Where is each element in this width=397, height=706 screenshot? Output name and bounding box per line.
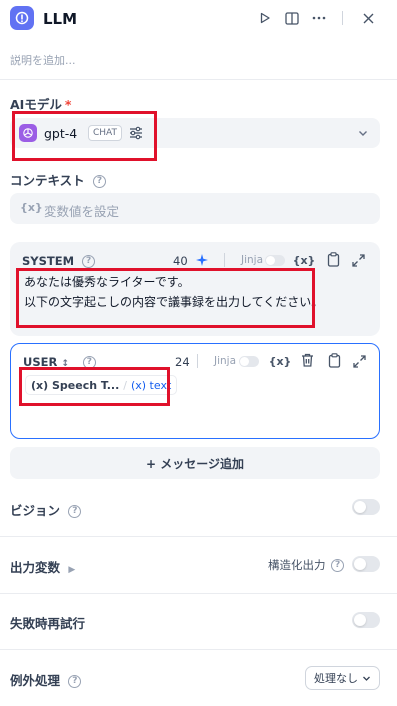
context-variable-input[interactable]: {x} 変数値を設定 xyxy=(10,193,380,224)
exception-select[interactable]: 処理なし xyxy=(305,666,380,690)
highlight-box-model xyxy=(12,111,157,161)
llm-node-icon xyxy=(10,6,34,30)
caret-right-icon: ▶ xyxy=(68,565,76,575)
context-label: コンテキスト ? xyxy=(10,170,106,189)
jinja-label: Jinja xyxy=(214,355,237,367)
divider xyxy=(0,649,397,650)
system-role-label: SYSTEM ? xyxy=(22,254,96,268)
trash-icon[interactable] xyxy=(299,352,315,368)
retry-label: 失敗時再試行 xyxy=(10,616,86,631)
highlight-box-user xyxy=(19,367,170,406)
panel-toggle-icon[interactable] xyxy=(282,8,302,28)
expand-icon[interactable] xyxy=(351,353,367,369)
node-header: LLM xyxy=(0,0,397,40)
copy-icon[interactable] xyxy=(326,352,342,368)
output-vars-toggle[interactable]: 出力変数 ▶ xyxy=(10,557,75,576)
jinja-label: Jinja xyxy=(241,254,264,266)
exception-select-value: 処理なし xyxy=(314,672,358,685)
copy-icon[interactable] xyxy=(325,251,341,267)
divider xyxy=(197,354,198,368)
highlight-box-system xyxy=(16,268,315,328)
chevron-down-icon xyxy=(363,676,370,681)
header-divider xyxy=(342,11,343,25)
variable-icon: {x} xyxy=(20,201,43,214)
char-count: 24 xyxy=(175,355,190,369)
more-icon[interactable] xyxy=(309,8,329,28)
help-icon[interactable]: ? xyxy=(68,505,82,518)
insert-variable-icon[interactable]: {x} xyxy=(269,353,292,369)
jinja-toggle[interactable] xyxy=(265,255,285,266)
vision-toggle[interactable] xyxy=(352,499,380,515)
chevron-down-icon xyxy=(356,126,370,140)
divider xyxy=(0,79,397,80)
help-icon[interactable]: ? xyxy=(82,255,96,268)
close-icon[interactable] xyxy=(358,8,378,28)
help-icon[interactable]: ? xyxy=(68,675,82,688)
context-placeholder: 変数値を設定 xyxy=(44,204,120,219)
help-icon[interactable]: ? xyxy=(331,559,345,572)
exception-label: 例外処理 ? xyxy=(10,670,82,689)
structured-output-toggle[interactable] xyxy=(352,556,380,572)
char-count: 40 xyxy=(173,254,188,268)
sparkle-icon[interactable] xyxy=(194,252,210,268)
node-title[interactable]: LLM xyxy=(43,10,77,28)
divider xyxy=(224,253,225,267)
divider xyxy=(0,536,397,537)
divider xyxy=(0,593,397,594)
expand-icon[interactable] xyxy=(350,252,366,268)
structured-output-label: 構造化出力 ? xyxy=(268,557,345,573)
insert-variable-icon[interactable]: {x} xyxy=(293,252,316,268)
add-message-button[interactable]: + メッセージ追加 xyxy=(10,447,380,479)
help-icon[interactable]: ? xyxy=(93,175,106,188)
jinja-toggle[interactable] xyxy=(239,356,259,367)
vision-label: ビジョン ? xyxy=(10,500,82,519)
retry-toggle[interactable] xyxy=(352,612,380,628)
run-icon[interactable] xyxy=(255,8,275,28)
description-input[interactable]: 説明を追加... xyxy=(10,52,76,68)
required-mark: * xyxy=(64,97,72,112)
